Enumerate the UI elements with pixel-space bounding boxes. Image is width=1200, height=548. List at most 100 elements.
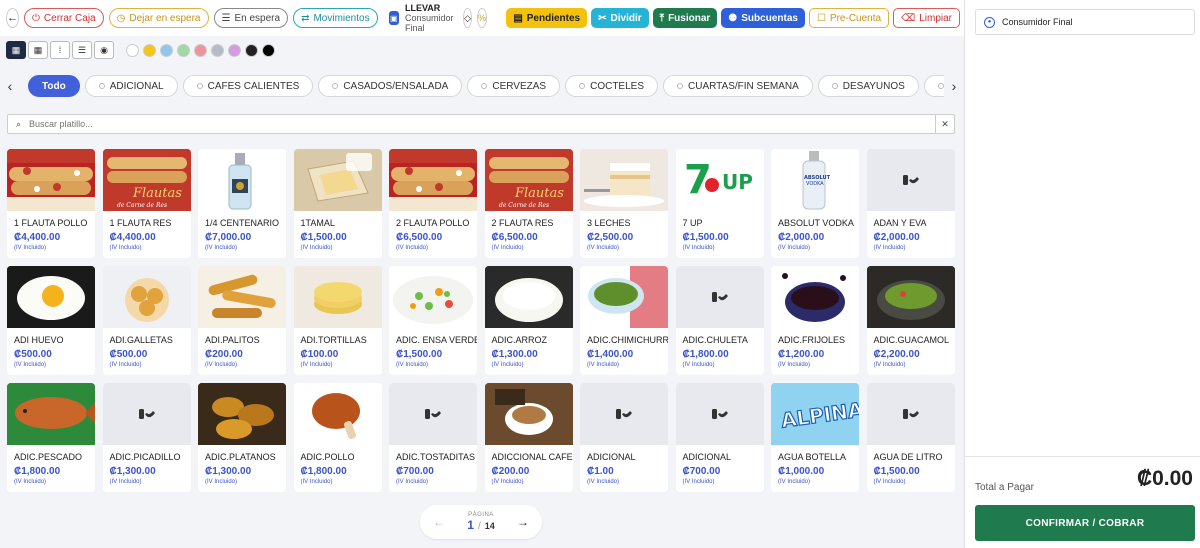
product-price: ₡1,500.00: [682, 232, 729, 243]
color-swatch[interactable]: [228, 43, 241, 57]
product-card[interactable]: Flautas de Carne de Res 1 FLAUTA RES ₡4,400…: [102, 149, 191, 258]
product-card[interactable]: ADIC.POLLO ₡1,800.00 (IV Incluido): [293, 383, 382, 492]
movimientos-button[interactable]: ⇄ Movimientos: [293, 8, 378, 28]
product-name: ADIC.CHIMICHURRI: [587, 335, 668, 345]
product-card[interactable]: ADIC.PLATANOS ₡1,300.00 (IV Incluido): [198, 383, 286, 492]
grid-large-view-button[interactable]: ▦: [6, 41, 26, 59]
dividir-button[interactable]: ✂ Dividir: [591, 8, 649, 28]
prev-page-button[interactable]: ←: [428, 511, 450, 533]
user-icon: ●: [984, 16, 995, 28]
svg-text:Flautas: Flautas: [132, 186, 182, 201]
product-placeholder-icon: [675, 383, 764, 445]
discount-button[interactable]: %: [477, 8, 488, 28]
color-swatch[interactable]: [211, 43, 224, 57]
product-card[interactable]: ADIC.PESCADO ₡1,800.00 (IV Incluido): [7, 383, 95, 492]
product-card[interactable]: ADIC.FRIJOLES ₡1,200.00 (IV Incluido): [771, 266, 859, 375]
product-card[interactable]: ADI.GALLETAS ₡500.00 (IV Incluido): [102, 266, 191, 375]
category-chip[interactable]: CASADOS/ENSALADA: [318, 75, 463, 97]
category-chip[interactable]: CAFES CALIENTES: [182, 75, 314, 97]
product-card[interactable]: AGUA DE LITRO ₡1,500.00 (IV Incluido): [866, 383, 955, 492]
product-card[interactable]: ALPINA AGUA BOTELLA ₡1,000.00 (IV Incluido): [771, 383, 859, 492]
product-card[interactable]: ABSOLUT VODKA ABSOLUT VODKA ₡2,000.00 (IV In…: [771, 149, 859, 258]
product-image: [198, 266, 286, 328]
color-swatch[interactable]: [126, 43, 139, 57]
grid-small-view-button[interactable]: ⁞: [50, 41, 70, 59]
precuenta-button[interactable]: ☐ Pre-Cuenta: [808, 8, 890, 28]
category-label: Todo: [42, 80, 66, 92]
category-chip[interactable]: ADICIONAL: [84, 75, 178, 97]
svg-text:de Carne de Res: de Carne de Res: [499, 202, 549, 209]
category-chip[interactable]: Todo: [28, 75, 80, 97]
color-swatch[interactable]: [194, 43, 207, 57]
category-chip[interactable]: CUARTAS/FIN SEMANA: [663, 75, 813, 97]
product-card[interactable]: 1/4 CENTENARIO ₡7,000.00 (IV Incluido): [198, 149, 286, 258]
category-chip[interactable]: DESAYUNOS: [817, 75, 919, 97]
next-page-button[interactable]: →: [512, 511, 534, 533]
product-card[interactable]: ADI.PALITOS ₡200.00 (IV Incluido): [198, 266, 286, 375]
product-card[interactable]: ADIC.GUACAMOL ₡2,200.00 (IV Incluido): [866, 266, 955, 375]
product-card[interactable]: 1TAMAL ₡1,500.00 (IV Incluido): [293, 149, 382, 258]
order-type-selector[interactable]: ▣ LLEVAR Consumidor Final: [388, 3, 458, 33]
product-name: ADIC.FRIJOLES: [778, 335, 846, 345]
product-card[interactable]: ADI HUEVO ₡500.00 (IV Incluido): [7, 266, 95, 375]
product-card[interactable]: ADICCIONAL CAFE ₡200.00 (IV Incluido): [484, 383, 573, 492]
tag-button[interactable]: ◇: [463, 8, 473, 28]
customer-selector[interactable]: ● Consumidor Final: [975, 9, 1195, 35]
subcuentas-button[interactable]: ⚉ Subcuentas: [721, 8, 805, 28]
confirm-pay-button[interactable]: CONFIRMAR / COBRAR: [975, 505, 1195, 541]
product-card[interactable]: ADAN Y EVA ₡2,000.00 (IV Incluido): [866, 149, 955, 258]
en-espera-button[interactable]: ☰ En espera: [213, 8, 289, 28]
product-card[interactable]: ADIC.CHULETA ₡1,800.00 (IV Incluido): [675, 266, 764, 375]
fusionar-button[interactable]: ⤒ Fusionar: [652, 8, 718, 28]
product-card[interactable]: ADIC. ENSA VERDE ₡1,500.00 (IV Incluido): [389, 266, 477, 375]
category-chip[interactable]: COCTELES: [565, 75, 658, 97]
product-price: ₡1,300.00: [491, 349, 538, 360]
product-card[interactable]: ADICIONAL ₡700.00 (IV Incluido): [675, 383, 764, 492]
clear-search-button[interactable]: ✕: [935, 115, 954, 133]
product-card[interactable]: 3 LECHES ₡2,500.00 (IV Incluido): [580, 149, 668, 258]
color-swatch[interactable]: [262, 43, 275, 57]
circle-icon: [481, 83, 488, 89]
product-card[interactable]: ADIC.TOSTADITAS ₡700.00 (IV Incluido): [389, 383, 477, 492]
product-image: Flautas de Carne de Res: [102, 149, 191, 211]
product-card[interactable]: Flautas de Carne de Res 2 FLAUTA RES ₡6,500…: [484, 149, 573, 258]
list-view-button[interactable]: ☰: [72, 41, 92, 59]
product-price: ₡2,000.00: [778, 232, 825, 243]
product-card[interactable]: ADIC.ARROZ ₡1,300.00 (IV Incluido): [484, 266, 573, 375]
color-swatch[interactable]: [160, 43, 173, 57]
product-price: ₡500.00: [109, 349, 148, 360]
product-name: 2 FLAUTA RES: [491, 218, 554, 228]
search-input[interactable]: [29, 119, 935, 129]
category-chip[interactable]: DIGESTIVOS: [923, 75, 944, 97]
palette-button[interactable]: ◉: [94, 41, 114, 59]
product-name: ADICIONAL: [587, 452, 636, 462]
dejar-espera-button[interactable]: ◷ Dejar en espera: [108, 8, 209, 28]
product-card[interactable]: ADIC.PICADILLO ₡1,300.00 (IV Incluido): [102, 383, 191, 492]
product-tax-note: (IV Incluido): [587, 245, 620, 251]
limpiar-button[interactable]: ⌫ Limpiar: [893, 8, 960, 28]
svg-text:UP: UP: [722, 170, 753, 194]
product-card[interactable]: ADI.TORTILLAS ₡100.00 (IV Incluido): [293, 266, 382, 375]
grid-medium-view-button[interactable]: ▦: [28, 41, 48, 59]
product-card[interactable]: 7 UP 7 UP ₡1,500.00 (IV Incluido): [675, 149, 764, 258]
product-name: ADIC.ARROZ: [491, 335, 548, 345]
category-chip[interactable]: CERVEZAS: [467, 75, 561, 97]
back-button[interactable]: ←: [6, 8, 19, 28]
product-card[interactable]: ADICIONAL ₡1.00 (IV Incluido): [580, 383, 668, 492]
svg-text:de Carne de Res: de Carne de Res: [117, 202, 167, 209]
cerrar-caja-button[interactable]: ⏻ Cerrar Caja: [24, 8, 104, 28]
category-next-arrow[interactable]: ›: [944, 78, 964, 94]
color-swatch[interactable]: [143, 43, 156, 57]
color-swatch[interactable]: [245, 43, 258, 57]
product-card[interactable]: 2 FLAUTA POLLO ₡6,500.00 (IV Incluido): [389, 149, 477, 258]
product-card[interactable]: ADIC.CHIMICHURRI ₡1,400.00 (IV Incluido): [580, 266, 668, 375]
product-name: ADIC.POLLO: [300, 452, 355, 462]
color-swatch[interactable]: [177, 43, 190, 57]
product-card[interactable]: 1 FLAUTA POLLO ₡4,400.00 (IV Incluido): [7, 149, 95, 258]
category-prev-arrow[interactable]: ‹: [0, 78, 20, 94]
pendientes-button[interactable]: ▤ Pendientes: [506, 8, 588, 28]
product-image: [580, 266, 668, 328]
arrow-left-icon: ←: [7, 12, 18, 24]
product-name: ADIC.PESCADO: [14, 452, 83, 462]
category-label: COCTELES: [590, 80, 644, 92]
